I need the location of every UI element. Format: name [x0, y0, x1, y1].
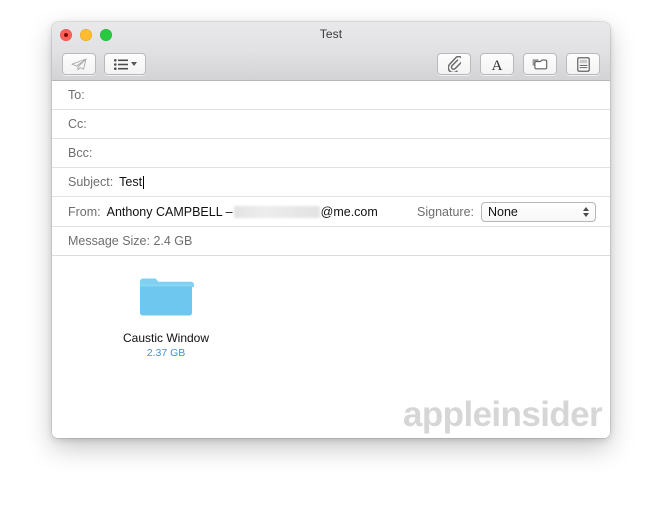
- chevron-down-icon: [130, 62, 137, 66]
- attachment-name: Caustic Window: [122, 331, 210, 345]
- subject-label: Subject:: [68, 175, 114, 189]
- paperclip-icon: [447, 56, 461, 72]
- signature-selected-value: None: [488, 204, 518, 219]
- photo-browser-button[interactable]: [523, 53, 557, 75]
- to-label: To:: [68, 88, 85, 102]
- from-label: From:: [68, 204, 101, 219]
- text-cursor: [143, 175, 145, 189]
- header-fields-button[interactable]: [104, 53, 146, 75]
- redacted-email-local-part: [233, 205, 320, 218]
- to-field-row[interactable]: To:: [52, 81, 610, 110]
- stepper-arrows-icon[interactable]: [583, 206, 589, 217]
- subject-field-row[interactable]: Subject: Test: [52, 168, 610, 197]
- bcc-label: Bcc:: [68, 146, 93, 160]
- stationery-button[interactable]: [566, 53, 600, 75]
- cc-label: Cc:: [68, 117, 87, 131]
- letter-a-icon: A: [490, 57, 504, 72]
- from-field-row[interactable]: From: Anthony CAMPBELL – @me.com Signatu…: [52, 197, 610, 227]
- folder-icon: [118, 274, 214, 324]
- stationery-icon: [576, 56, 590, 72]
- list-icon: [113, 58, 128, 70]
- desktop-background: Test A To: Cc: Bcc: Subject: Test From: …: [0, 0, 660, 511]
- signature-label: Signature:: [417, 204, 474, 219]
- attachment-size: 2.37 GB: [146, 347, 186, 359]
- message-size-text: Message Size: 2.4 GB: [68, 234, 193, 248]
- svg-text:A: A: [492, 58, 503, 72]
- window-titlebar[interactable]: Test: [52, 22, 610, 48]
- send-button[interactable]: [62, 53, 96, 75]
- bcc-field-row[interactable]: Bcc:: [52, 139, 610, 168]
- message-size-row: Message Size: 2.4 GB: [52, 227, 610, 256]
- compose-toolbar: A: [52, 48, 610, 81]
- from-display-name: Anthony CAMPBELL –: [106, 204, 233, 219]
- message-body[interactable]: Caustic Window 2.37 GB appleinsider: [52, 256, 610, 438]
- appleinsider-watermark: appleinsider: [403, 395, 603, 434]
- toolbar-left-group: [62, 53, 146, 75]
- cc-field-row[interactable]: Cc:: [52, 110, 610, 139]
- photo-browser-icon: [532, 58, 548, 71]
- format-button[interactable]: A: [480, 53, 514, 75]
- signature-control: Signature: None: [417, 201, 596, 222]
- paper-plane-icon: [71, 58, 87, 71]
- signature-select[interactable]: None: [481, 201, 596, 222]
- window-title: Test: [319, 27, 343, 41]
- mail-compose-window: Test A To: Cc: Bcc: Subject: Test From: …: [52, 22, 610, 438]
- attach-button[interactable]: [437, 53, 471, 75]
- subject-input[interactable]: Test: [119, 175, 142, 189]
- attachment-item[interactable]: Caustic Window 2.37 GB: [118, 274, 214, 359]
- compose-header-fields: To: Cc: Bcc: Subject: Test From: Anthony…: [52, 81, 610, 256]
- toolbar-right-group: A: [437, 53, 600, 75]
- from-email-domain: @me.com: [320, 204, 378, 219]
